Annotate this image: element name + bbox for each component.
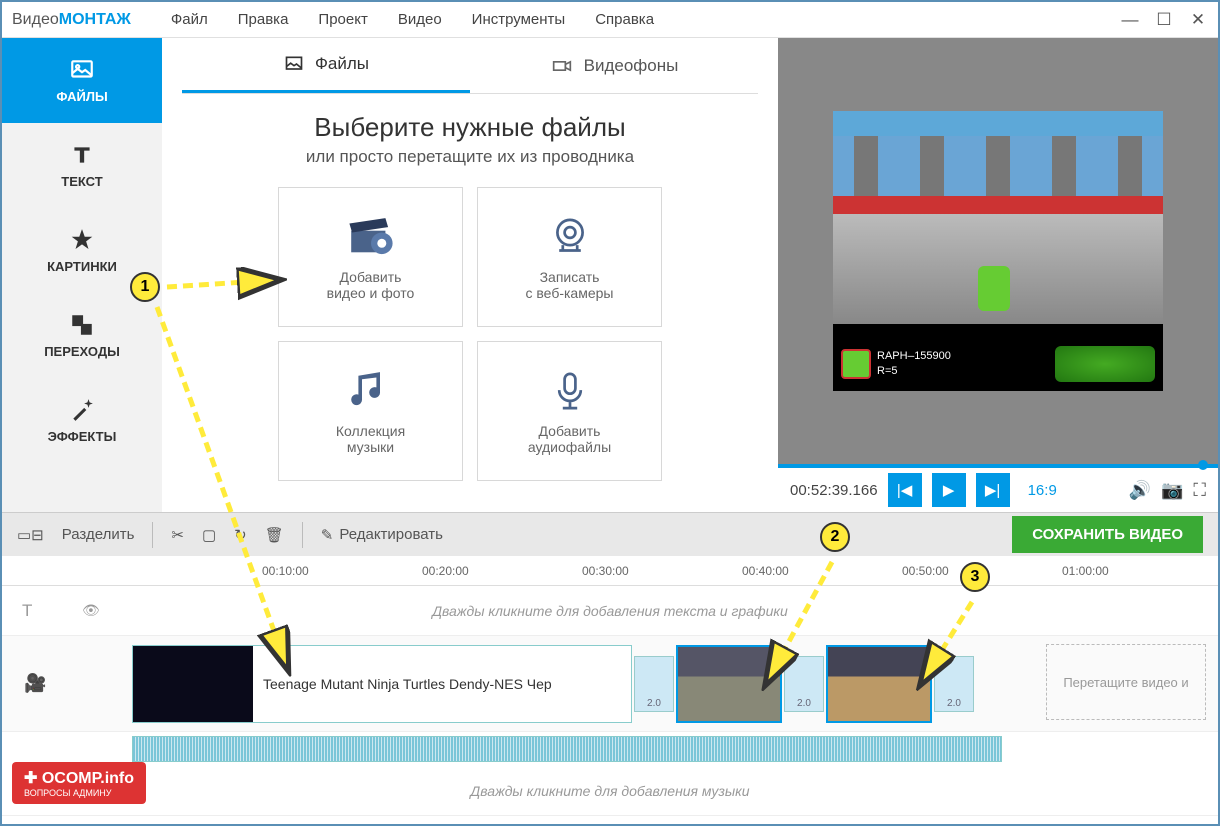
menu-video[interactable]: Видео bbox=[398, 11, 442, 28]
add-video-button[interactable]: Добавитьвидео и фото bbox=[278, 187, 463, 327]
prev-frame-button[interactable]: |◀ bbox=[888, 473, 922, 507]
center-tabs: Файлы Видеофоны bbox=[182, 38, 758, 94]
transitions-icon bbox=[69, 312, 95, 338]
camera-tab-icon bbox=[550, 56, 574, 76]
clip-thumbnail bbox=[133, 646, 253, 722]
tab-files[interactable]: Файлы bbox=[182, 38, 470, 93]
video-preview[interactable]: RAPH—155900R=5 bbox=[778, 38, 1218, 464]
files-tab-icon bbox=[283, 54, 305, 74]
playback-bar: 00:52:39.166 |◀ ▶ ▶| 16:9 🔊 📷 ⛶ bbox=[778, 464, 1218, 512]
clip-title: Teenage Mutant Ninja Turtles Dendy-NES Ч… bbox=[253, 676, 552, 692]
rotate-button[interactable]: ↻ bbox=[234, 526, 247, 544]
sidebar-label-text: ТЕКСТ bbox=[61, 174, 102, 189]
sidebar-item-effects[interactable]: ЭФФЕКТЫ bbox=[2, 378, 162, 463]
text-icon bbox=[69, 142, 95, 168]
preview-panel: RAPH—155900R=5 00:52:39.166 |◀ ▶ ▶| 16:9… bbox=[778, 38, 1218, 512]
webcam-button[interactable]: Записатьс веб-камеры bbox=[477, 187, 662, 327]
menu-edit[interactable]: Правка bbox=[238, 11, 289, 28]
split-button[interactable]: Разделить bbox=[62, 526, 135, 543]
main-area: ФАЙЛЫ ТЕКСТ КАРТИНКИ ПЕРЕХОДЫ ЭФФЕКТЫ Фа… bbox=[2, 38, 1218, 512]
video-track-icon: 🎥 bbox=[24, 673, 46, 694]
sidebar-item-files[interactable]: ФАЙЛЫ bbox=[2, 38, 162, 123]
time-ruler[interactable]: 00:10:00 00:20:00 00:30:00 00:40:00 00:5… bbox=[2, 556, 1218, 586]
snapshot-icon[interactable]: 📷 bbox=[1161, 480, 1183, 501]
tab-videobg[interactable]: Видеофоны bbox=[470, 38, 758, 93]
crop-button[interactable]: ▢ bbox=[202, 526, 216, 544]
video-clip-1[interactable]: Teenage Mutant Ninja Turtles Dendy-NES Ч… bbox=[132, 645, 632, 723]
text-track-icon: T bbox=[22, 601, 52, 621]
music-track-hint: Дважды кликните для добавления музыки bbox=[470, 783, 749, 799]
headline-sub: или просто перетащите их из проводника bbox=[182, 147, 758, 167]
timeline-toolbar: ▭⊟ Разделить ✂ ▢ ↻ 🗑 ✎ Редактировать СОХ… bbox=[2, 512, 1218, 556]
menubar: Файл Правка Проект Видео Инструменты Спр… bbox=[171, 11, 654, 28]
sidebar-label-files: ФАЙЛЫ bbox=[56, 89, 107, 104]
webcam-icon bbox=[543, 213, 597, 261]
transition-3[interactable]: 2.0 bbox=[934, 656, 974, 712]
music-track[interactable]: ♪ Дважды кликните для добавления музыки bbox=[2, 766, 1218, 816]
star-icon bbox=[69, 227, 95, 253]
close-button[interactable]: ✕ bbox=[1188, 10, 1208, 30]
app-logo: ВидеоМОНТАЖ bbox=[12, 11, 131, 29]
titlebar: ВидеоМОНТАЖ Файл Правка Проект Видео Инс… bbox=[2, 2, 1218, 38]
mic-icon bbox=[543, 367, 597, 415]
sidebar-label-transitions: ПЕРЕХОДЫ bbox=[44, 344, 120, 359]
clapper-icon bbox=[344, 213, 398, 261]
callout-1: 1 bbox=[130, 272, 160, 302]
callout-2: 2 bbox=[820, 522, 850, 552]
video-clip-3[interactable] bbox=[826, 645, 932, 723]
menu-file[interactable]: Файл bbox=[171, 11, 208, 28]
text-track[interactable]: T 👁 Дважды кликните для добавления текст… bbox=[2, 586, 1218, 636]
maximize-button[interactable]: ☐ bbox=[1154, 10, 1174, 30]
video-track[interactable]: 🎥 Teenage Mutant Ninja Turtles Dendy-NES… bbox=[2, 636, 1218, 732]
next-frame-button[interactable]: ▶| bbox=[976, 473, 1010, 507]
waveform bbox=[132, 736, 1002, 762]
transition-1[interactable]: 2.0 bbox=[634, 656, 674, 712]
visibility-icon[interactable]: 👁 bbox=[82, 602, 100, 619]
aspect-ratio[interactable]: 16:9 bbox=[1028, 482, 1057, 499]
headline: Выберите нужные файлы или просто перетащ… bbox=[182, 112, 758, 167]
menu-project[interactable]: Проект bbox=[318, 11, 367, 28]
sidebar-label-effects: ЭФФЕКТЫ bbox=[48, 429, 117, 444]
action-grid: Добавитьвидео и фото Записатьс веб-камер… bbox=[182, 187, 758, 481]
delete-button[interactable]: 🗑 bbox=[265, 526, 284, 544]
menu-tools[interactable]: Инструменты bbox=[472, 11, 566, 28]
fullscreen-icon[interactable]: ⛶ bbox=[1193, 480, 1206, 501]
playback-time: 00:52:39.166 bbox=[790, 482, 878, 499]
edit-button[interactable]: ✎ Редактировать bbox=[321, 526, 443, 544]
minimize-button[interactable]: — bbox=[1120, 10, 1140, 30]
headline-title: Выберите нужные файлы bbox=[182, 112, 758, 143]
music-collection-button[interactable]: Коллекциямузыки bbox=[278, 341, 463, 481]
sidebar-item-transitions[interactable]: ПЕРЕХОДЫ bbox=[2, 293, 162, 378]
watermark: ✚ OCOMP.infoВОПРОСЫ АДМИНУ bbox=[12, 762, 146, 804]
save-video-button[interactable]: СОХРАНИТЬ ВИДЕО bbox=[1012, 516, 1203, 553]
volume-icon[interactable]: 🔊 bbox=[1129, 480, 1151, 501]
sidebar-label-pictures: КАРТИНКИ bbox=[47, 259, 117, 274]
callout-3: 3 bbox=[960, 562, 990, 592]
image-icon bbox=[69, 57, 95, 83]
transition-2[interactable]: 2.0 bbox=[784, 656, 824, 712]
drop-zone[interactable]: Перетащите видео и bbox=[1046, 644, 1206, 720]
window-controls: — ☐ ✕ bbox=[1120, 10, 1208, 30]
zoom-timeline-button[interactable]: ▭⊟ bbox=[17, 526, 44, 544]
cut-button[interactable]: ✂ bbox=[171, 526, 184, 544]
timeline: 00:10:00 00:20:00 00:30:00 00:40:00 00:5… bbox=[2, 556, 1218, 816]
video-frame: RAPH—155900R=5 bbox=[833, 111, 1163, 391]
play-button[interactable]: ▶ bbox=[932, 473, 966, 507]
music-icon bbox=[344, 367, 398, 415]
wand-icon bbox=[69, 397, 95, 423]
video-clip-2[interactable] bbox=[676, 645, 782, 723]
add-audio-button[interactable]: Добавитьаудиофайлы bbox=[477, 341, 662, 481]
center-panel: Файлы Видеофоны Выберите нужные файлы ил… bbox=[162, 38, 778, 512]
sidebar-item-text[interactable]: ТЕКСТ bbox=[2, 123, 162, 208]
menu-help[interactable]: Справка bbox=[595, 11, 654, 28]
audio-waveform-track[interactable] bbox=[2, 732, 1218, 766]
text-track-hint: Дважды кликните для добавления текста и … bbox=[432, 603, 788, 619]
